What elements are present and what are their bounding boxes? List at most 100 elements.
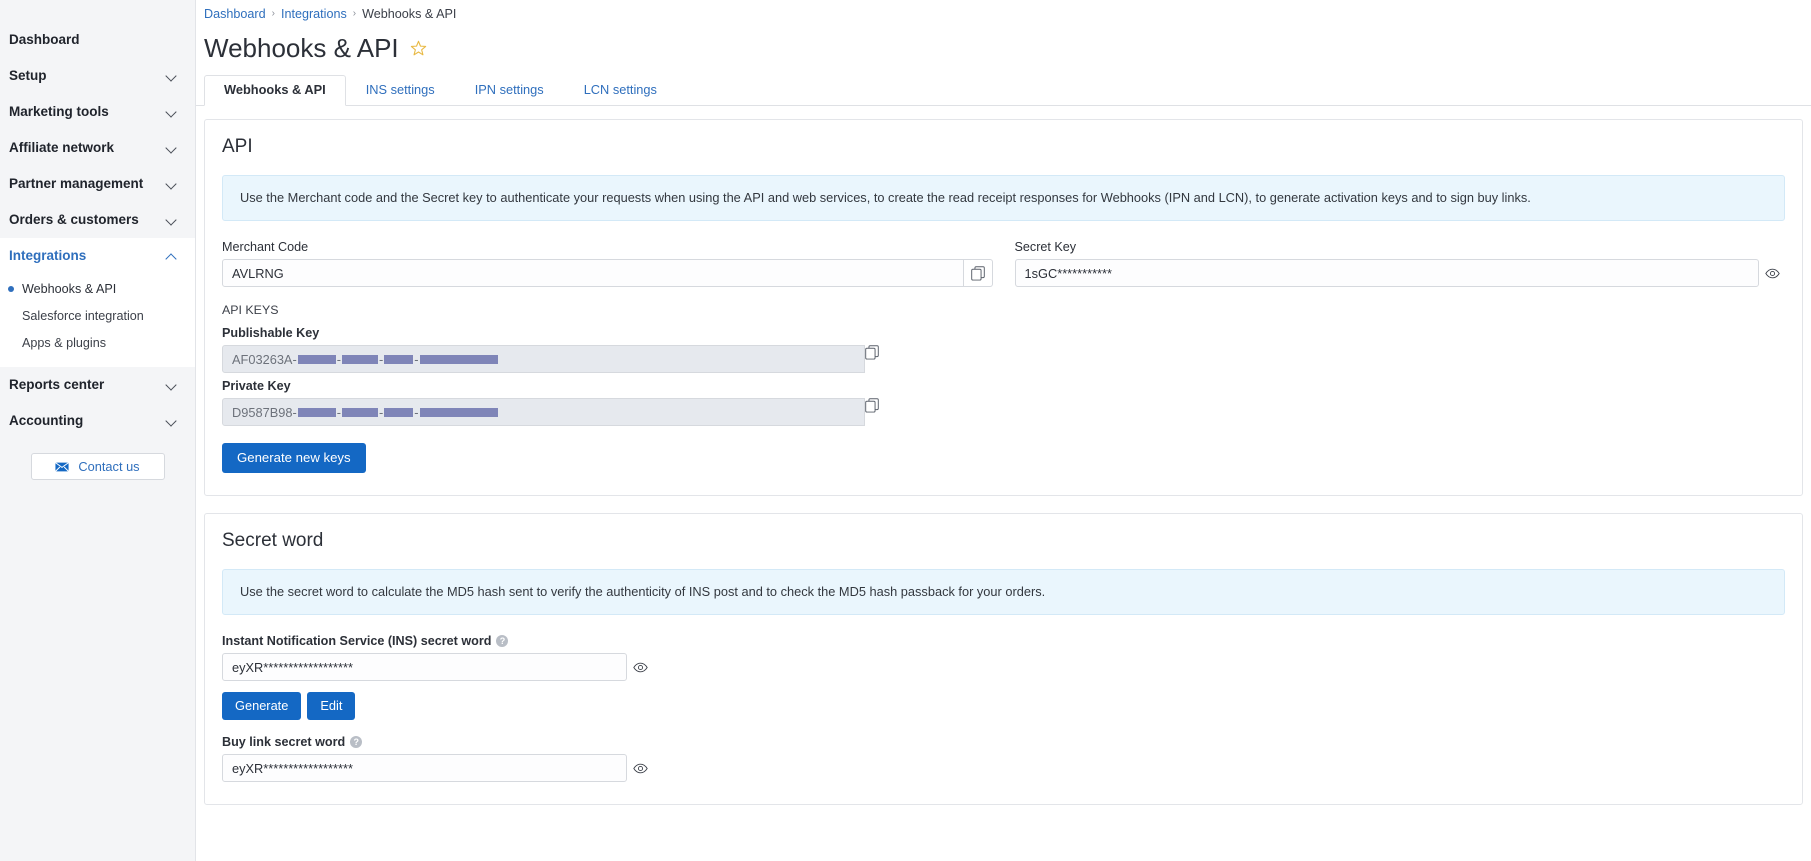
tab-ipn-settings[interactable]: IPN settings bbox=[455, 75, 564, 106]
sidebar-item-label: Accounting bbox=[9, 413, 84, 428]
contact-us-wrapper: Contact us bbox=[0, 439, 195, 480]
question-mark-icon[interactable]: ? bbox=[350, 736, 363, 748]
publishable-key-input-group: AF03263A- - - - bbox=[222, 345, 879, 373]
chevron-down-icon bbox=[167, 380, 177, 390]
buy-link-secret-word-label-text: Buy link secret word bbox=[222, 735, 346, 749]
toggle-buy-link-secret-word-visibility-button[interactable] bbox=[627, 754, 653, 782]
app-root: Dashboard Setup Marketing tools Affiliat… bbox=[0, 0, 1811, 861]
merchant-code-input[interactable] bbox=[222, 259, 964, 287]
copy-merchant-code-button[interactable] bbox=[963, 259, 993, 287]
contact-us-button[interactable]: Contact us bbox=[30, 453, 165, 480]
ins-secret-word-actions: Generate Edit bbox=[222, 692, 1785, 720]
breadcrumb: Dashboard › Integrations › Webhooks & AP… bbox=[196, 0, 1811, 23]
envelope-icon bbox=[55, 461, 70, 472]
private-key-label: Private Key bbox=[222, 379, 291, 393]
chevron-down-icon bbox=[167, 143, 177, 153]
ins-secret-word-label-text: Instant Notification Service (INS) secre… bbox=[222, 634, 492, 648]
redaction-bar bbox=[297, 407, 336, 417]
copy-icon bbox=[970, 265, 985, 281]
buy-link-secret-word-input-group bbox=[222, 754, 653, 782]
chevron-down-icon bbox=[167, 215, 177, 225]
ins-secret-word-field-group: Instant Notification Service (INS) secre… bbox=[222, 634, 1785, 720]
merchant-code-input-group bbox=[222, 259, 993, 287]
tab-lcn-settings[interactable]: LCN settings bbox=[564, 75, 677, 106]
api-section-title: API bbox=[222, 136, 253, 157]
buy-link-secret-word-input[interactable] bbox=[222, 754, 627, 782]
generate-ins-secret-word-button[interactable]: Generate bbox=[222, 692, 302, 720]
sidebar-item-affiliate-network[interactable]: Affiliate network bbox=[0, 130, 195, 166]
redaction-bar bbox=[342, 354, 378, 364]
tab-ins-settings[interactable]: INS settings bbox=[346, 75, 455, 106]
api-keys-label: API KEYS bbox=[222, 303, 279, 317]
edit-ins-secret-word-button[interactable]: Edit bbox=[307, 692, 356, 720]
sidebar-item-setup[interactable]: Setup bbox=[0, 58, 195, 94]
merchant-code-field-group: Merchant Code bbox=[222, 240, 993, 287]
redaction-bar bbox=[419, 407, 498, 417]
private-key-value: D9587B98- - - - bbox=[222, 398, 865, 426]
star-icon[interactable] bbox=[410, 40, 427, 57]
secret-word-panel: Secret word Use the secret word to calcu… bbox=[204, 513, 1803, 805]
tab-label: INS settings bbox=[365, 82, 435, 97]
tab-label: LCN settings bbox=[583, 82, 657, 97]
redaction-bar bbox=[384, 354, 414, 364]
sidebar-subitem-label: Webhooks & API bbox=[22, 282, 117, 296]
sidebar-item-orders-customers[interactable]: Orders & customers bbox=[0, 202, 195, 238]
toggle-secret-key-visibility-button[interactable] bbox=[1759, 259, 1785, 287]
secret-word-section-title: Secret word bbox=[222, 530, 324, 551]
sidebar-item-dashboard[interactable]: Dashboard bbox=[0, 22, 195, 58]
breadcrumb-separator: › bbox=[352, 8, 357, 19]
eye-icon bbox=[632, 763, 648, 773]
copy-publishable-key-button[interactable] bbox=[865, 345, 879, 373]
page-header: Webhooks & API bbox=[196, 23, 1811, 64]
sidebar-item-accounting[interactable]: Accounting bbox=[0, 403, 195, 439]
credentials-row: Merchant Code Secret Key bbox=[222, 240, 1785, 287]
toggle-ins-secret-word-visibility-button[interactable] bbox=[627, 653, 653, 681]
buy-link-secret-word-field-group: Buy link secret word ? bbox=[222, 735, 1785, 782]
secret-word-info-banner: Use the secret word to calculate the MD5… bbox=[222, 569, 1785, 615]
tab-webhooks-api[interactable]: Webhooks & API bbox=[204, 75, 346, 106]
sidebar-item-reports-center[interactable]: Reports center bbox=[0, 367, 195, 403]
sidebar-item-apps-plugins[interactable]: Apps & plugins bbox=[0, 330, 195, 357]
eye-icon bbox=[632, 662, 648, 672]
ins-secret-word-label: Instant Notification Service (INS) secre… bbox=[222, 634, 1785, 648]
private-key-prefix: D9587B98- bbox=[232, 404, 297, 420]
sidebar-item-integrations[interactable]: Integrations Webhooks & API Salesforce i… bbox=[0, 238, 195, 367]
sidebar-item-label: Orders & customers bbox=[9, 212, 139, 227]
breadcrumb-item-current: Webhooks & API bbox=[362, 7, 457, 21]
sidebar-item-label: Reports center bbox=[9, 377, 105, 392]
breadcrumb-item-integrations[interactable]: Integrations bbox=[281, 5, 347, 23]
copy-icon bbox=[865, 398, 879, 413]
tab-bar: Webhooks & API INS settings IPN settings… bbox=[196, 75, 1811, 106]
question-mark-icon[interactable]: ? bbox=[496, 635, 509, 647]
copy-private-key-button[interactable] bbox=[865, 398, 879, 426]
redaction-bar bbox=[419, 354, 498, 364]
publishable-key-field-group: Publishable Key AF03263A- - - - bbox=[222, 326, 1785, 373]
sidebar-item-salesforce-integration[interactable]: Salesforce integration bbox=[0, 303, 195, 330]
sidebar-item-label: Dashboard bbox=[9, 32, 80, 47]
tab-label: IPN settings bbox=[474, 82, 544, 97]
generate-new-keys-button[interactable]: Generate new keys bbox=[222, 443, 366, 473]
sidebar-item-webhooks-api[interactable]: Webhooks & API bbox=[0, 276, 195, 303]
sidebar-item-label: Marketing tools bbox=[9, 104, 109, 119]
redaction-bar bbox=[342, 407, 379, 417]
sidebar-item-partner-management[interactable]: Partner management bbox=[0, 166, 195, 202]
eye-icon bbox=[1764, 268, 1780, 278]
chevron-down-icon bbox=[167, 416, 177, 426]
sidebar-item-label: Integrations bbox=[9, 248, 87, 263]
publishable-key-label: Publishable Key bbox=[222, 326, 320, 340]
sidebar-item-marketing-tools[interactable]: Marketing tools bbox=[0, 94, 195, 130]
tab-label: Webhooks & API bbox=[224, 82, 326, 97]
chevron-down-icon bbox=[167, 107, 177, 117]
copy-icon bbox=[865, 345, 879, 360]
secret-key-input[interactable] bbox=[1014, 259, 1759, 287]
ins-secret-word-input[interactable] bbox=[222, 653, 627, 681]
secret-key-input-group bbox=[1014, 259, 1786, 287]
private-key-field-group: Private Key D9587B98- - - - bbox=[222, 379, 1785, 426]
secret-key-field-group: Secret Key bbox=[1014, 240, 1786, 287]
publishable-key-prefix: AF03263A- bbox=[232, 351, 297, 367]
chevron-up-icon bbox=[167, 251, 177, 261]
sidebar-item-label: Affiliate network bbox=[9, 140, 115, 155]
redaction-bar bbox=[297, 354, 336, 364]
breadcrumb-item-dashboard[interactable]: Dashboard bbox=[204, 5, 266, 23]
ins-secret-word-input-group bbox=[222, 653, 653, 681]
